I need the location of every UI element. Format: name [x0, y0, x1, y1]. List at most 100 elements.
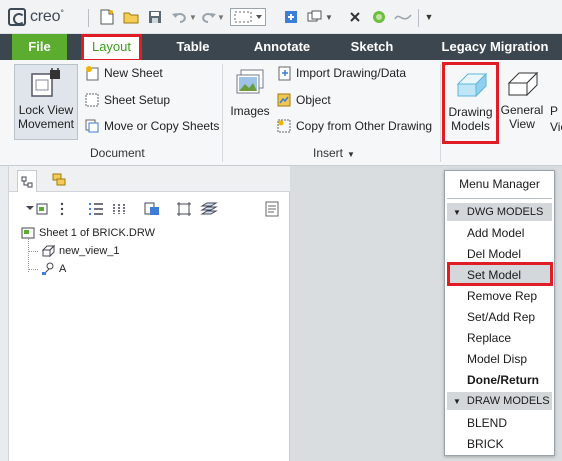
regenerate-icon[interactable]	[282, 8, 300, 26]
dwg-models-header-label: DWG MODELS	[466, 206, 544, 218]
general-view-button[interactable]: General View	[500, 65, 544, 141]
menu-item-brick[interactable]: BRICK	[467, 435, 504, 453]
tab-annotate[interactable]: Annotate	[246, 34, 318, 60]
tree-more-icon[interactable]	[55, 200, 69, 218]
creo-logo-mark	[8, 8, 26, 26]
tree-layers-icon[interactable]	[199, 200, 219, 218]
curve-icon[interactable]	[394, 8, 412, 26]
import-icon	[276, 65, 292, 81]
tab-layout[interactable]: Layout	[81, 34, 142, 62]
settings-icon[interactable]	[370, 8, 388, 26]
collapse-triangle-icon: ▼	[453, 207, 461, 217]
drawing-models-icon	[445, 65, 496, 105]
dwg-models-header[interactable]: ▼ DWG MODELS	[447, 203, 552, 221]
menu-item-replace[interactable]: Replace	[467, 329, 511, 347]
object-label: Object	[296, 93, 331, 107]
customize-icon[interactable]: ▼	[420, 8, 438, 26]
general-view-icon	[500, 65, 544, 103]
menu-item-model-disp[interactable]: Model Disp	[467, 350, 527, 368]
ribbon-tab-bar: File Layout Table Annotate Sketch Legacy…	[0, 34, 562, 62]
tree-item-label: new_view_1	[59, 245, 120, 257]
tree-connector	[28, 238, 29, 272]
layer-tree-tab[interactable]	[49, 170, 69, 190]
sheet-setup-icon	[84, 92, 100, 108]
drawing-models-button[interactable]: Drawing Models	[442, 62, 499, 144]
move-or-copy-sheets-label: Move or Copy Sheets	[104, 119, 220, 133]
draw-models-header[interactable]: ▼ DRAW MODELS	[447, 392, 552, 410]
new-sheet-icon	[84, 65, 100, 81]
projection-view-button[interactable]: P Vie	[550, 103, 562, 137]
tree-item-annotation[interactable]: A	[41, 260, 66, 278]
new-file-icon[interactable]	[98, 8, 116, 26]
qat-separator	[88, 9, 89, 27]
tree-item-view[interactable]: new_view_1	[41, 242, 120, 260]
left-edge-strip	[0, 166, 9, 461]
menu-item-set-model-label: Set Model	[467, 268, 522, 282]
object-button[interactable]: Object	[276, 90, 331, 110]
annotation-icon	[41, 262, 55, 276]
windows-dropdown-icon[interactable]: ▼	[324, 8, 334, 26]
import-drawing-data-button[interactable]: Import Drawing/Data	[276, 63, 406, 83]
move-copy-sheets-icon	[84, 118, 100, 134]
move-or-copy-sheets-button[interactable]: Move or Copy Sheets	[84, 116, 219, 136]
save-icon[interactable]	[146, 8, 164, 26]
windows-icon[interactable]	[306, 8, 324, 26]
new-sheet-button[interactable]: New Sheet	[84, 63, 163, 83]
menu-item-done-return[interactable]: Done/Return	[467, 371, 539, 389]
object-icon	[276, 92, 292, 108]
close-icon[interactable]	[346, 8, 364, 26]
select-box-icon[interactable]	[230, 8, 266, 26]
menu-item-del-model[interactable]: Del Model	[467, 245, 521, 263]
lock-view-icon	[15, 65, 77, 103]
tree-list-icon[interactable]	[87, 200, 105, 218]
tree-connector	[28, 269, 38, 270]
tree-columns-icon[interactable]	[111, 200, 127, 218]
model-tree-tab[interactable]	[17, 170, 37, 192]
panel-tabs	[9, 166, 290, 192]
lock-view-movement-button[interactable]: Lock View Movement	[14, 64, 78, 140]
general-view-label: General View	[500, 103, 544, 131]
group-separator	[222, 64, 223, 162]
qat-separator-2	[418, 9, 419, 27]
menu-item-add-model[interactable]: Add Model	[467, 224, 524, 242]
ribbon: Lock View Movement New Sheet Sheet Setup…	[0, 60, 562, 166]
tree-settings-icon[interactable]	[143, 200, 161, 218]
menu-item-set-model[interactable]: Set Model	[447, 262, 553, 286]
copy-from-other-drawing-label: Copy from Other Drawing	[296, 119, 433, 133]
menu-manager-title: Menu Manager	[459, 177, 540, 191]
copy-from-other-drawing-button[interactable]: Copy from Other Drawing	[276, 116, 432, 136]
tree-item-label: A	[59, 263, 67, 275]
sheet-setup-label: Sheet Setup	[104, 93, 171, 107]
tree-connector	[28, 251, 38, 252]
tree-filter-icon[interactable]	[25, 200, 49, 218]
redo-dropdown-icon[interactable]: ▼	[216, 8, 226, 26]
creo-logo-degree: °	[60, 8, 64, 18]
open-folder-icon[interactable]	[122, 8, 140, 26]
tree-item-sheet[interactable]: Sheet 1 of BRICK.DRW	[21, 224, 155, 242]
undo-dropdown-icon[interactable]: ▼	[188, 8, 198, 26]
tree-frame-icon[interactable]	[175, 200, 193, 218]
view-icon	[41, 244, 55, 258]
menu-item-blend[interactable]: BLEND	[467, 414, 507, 432]
draw-models-header-label: DRAW MODELS	[466, 395, 550, 407]
sheet-setup-button[interactable]: Sheet Setup	[84, 90, 170, 110]
tab-table[interactable]: Table	[162, 34, 224, 60]
menu-divider	[447, 198, 552, 199]
tree-notes-icon[interactable]	[263, 200, 281, 218]
images-label: Images	[230, 104, 270, 118]
new-sheet-label: New Sheet	[104, 66, 163, 80]
menu-item-set-add-rep[interactable]: Set/Add Rep	[467, 308, 535, 326]
creo-logo-text: creo	[30, 8, 61, 25]
images-icon	[228, 64, 272, 104]
tab-legacy-migration[interactable]: Legacy Migration	[428, 34, 562, 60]
images-button[interactable]: Images	[228, 64, 272, 130]
insert-dropdown-icon: ▼	[347, 150, 355, 159]
insert-group-menu[interactable]: Insert ▼	[313, 146, 355, 160]
tab-sketch[interactable]: Sketch	[340, 34, 404, 60]
creo-logo: creo °	[8, 8, 64, 26]
tab-file[interactable]: File	[12, 34, 67, 60]
copy-drawing-icon	[276, 118, 292, 134]
menu-manager: Menu Manager ▼ DWG MODELS Add Model Del …	[444, 170, 555, 456]
undo-icon[interactable]	[170, 8, 188, 26]
menu-item-remove-rep[interactable]: Remove Rep	[467, 287, 537, 305]
